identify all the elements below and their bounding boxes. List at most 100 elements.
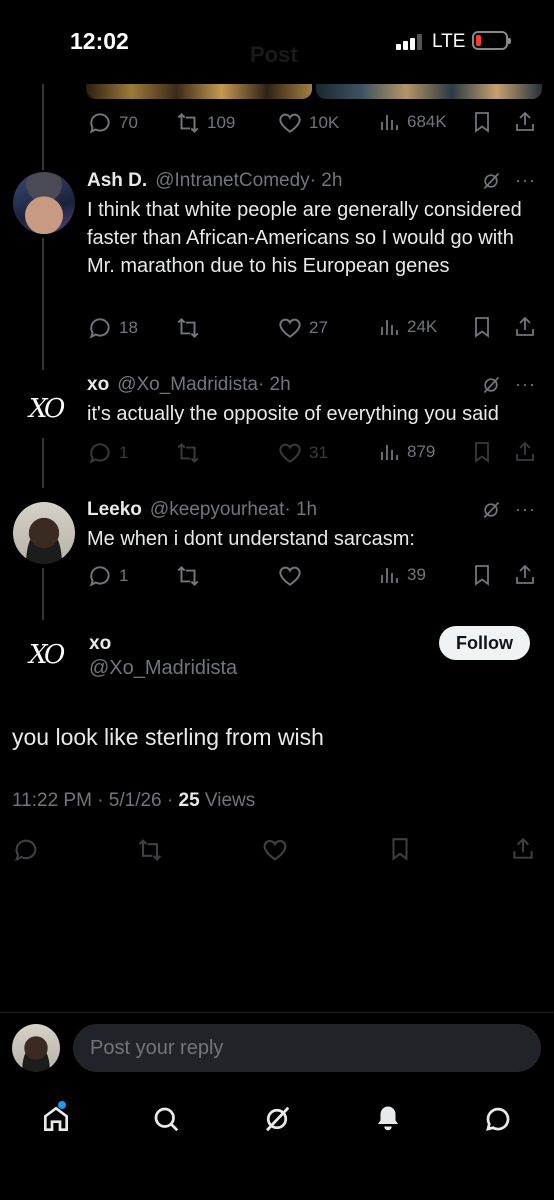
- nav-messages[interactable]: [478, 1099, 518, 1139]
- share-button[interactable]: [513, 440, 537, 464]
- views-button[interactable]: 39: [377, 563, 426, 587]
- views-button[interactable]: 684K: [377, 110, 447, 134]
- nav-search[interactable]: [146, 1099, 186, 1139]
- share-icon: [516, 441, 534, 461]
- like-button[interactable]: 10K: [277, 110, 339, 136]
- reply-button[interactable]: 1: [87, 440, 128, 466]
- share-icon: [516, 316, 534, 336]
- media-image-2[interactable]: [316, 84, 542, 99]
- more-icon[interactable]: ···: [515, 170, 536, 191]
- repost-button[interactable]: [175, 440, 207, 466]
- views-button[interactable]: 879: [377, 440, 435, 464]
- nav-notifications[interactable]: [368, 1099, 408, 1139]
- grok-icon[interactable]: [481, 500, 501, 520]
- like-count: 31: [309, 443, 328, 462]
- reply-tweet[interactable]: Leeko @keepyourheat· 1h ··· Me when i do…: [87, 499, 542, 553]
- grok-icon[interactable]: [481, 171, 501, 191]
- like-button[interactable]: [277, 563, 309, 589]
- media-image-1[interactable]: [86, 84, 312, 99]
- notification-dot: [58, 1101, 66, 1109]
- reply-icon: [89, 113, 110, 134]
- nav-home[interactable]: [36, 1099, 76, 1139]
- like-button[interactable]: 31: [277, 440, 328, 466]
- main-author-name[interactable]: xo: [89, 633, 111, 655]
- share-button[interactable]: [513, 563, 537, 587]
- main-author-handle[interactable]: @Xo_Madridista: [89, 657, 237, 680]
- main-post-actions: [12, 836, 542, 866]
- bookmark-button[interactable]: [470, 440, 494, 464]
- my-avatar[interactable]: [12, 1024, 60, 1072]
- avatar[interactable]: [13, 172, 75, 234]
- grok-icon: [266, 1106, 290, 1132]
- main-post-text: you look like sterling from wish: [12, 724, 324, 750]
- reply-button[interactable]: [12, 836, 40, 864]
- reply-button[interactable]: 1: [87, 563, 128, 589]
- repost-button[interactable]: [175, 315, 207, 341]
- signal-icon: [396, 34, 426, 50]
- share-button[interactable]: [513, 315, 537, 339]
- author-handle[interactable]: @IntranetComedy: [155, 170, 309, 191]
- post-time: · 2h: [309, 170, 343, 191]
- thread-line: [42, 438, 44, 488]
- views-label: Views: [199, 790, 256, 811]
- xo-logo-avatar[interactable]: XO: [29, 640, 65, 670]
- repost-button[interactable]: [136, 836, 164, 864]
- bookmark-icon: [392, 838, 408, 861]
- reply-actions: 1 31 879: [87, 440, 542, 468]
- heart-icon: [279, 113, 301, 133]
- reply-text: Me when i dont understand sarcasm:: [87, 528, 415, 550]
- views-count: 39: [407, 565, 426, 584]
- author-name[interactable]: xo: [87, 374, 109, 396]
- repost-icon: [177, 317, 199, 339]
- more-icon[interactable]: ···: [515, 374, 536, 395]
- avatar[interactable]: [13, 502, 75, 564]
- views-count: 879: [407, 442, 436, 461]
- follow-button[interactable]: Follow: [439, 626, 530, 660]
- media-strip[interactable]: [86, 84, 542, 99]
- reply-icon: [89, 443, 110, 464]
- views-icon: [381, 115, 398, 130]
- grok-icon[interactable]: [481, 375, 501, 395]
- views-button[interactable]: 24K: [377, 315, 437, 339]
- header-title: Post: [250, 42, 298, 67]
- like-button[interactable]: 27: [277, 315, 328, 341]
- bookmark-icon: [475, 112, 489, 133]
- reply-icon: [89, 318, 110, 339]
- repost-button[interactable]: [175, 563, 207, 589]
- reply-icon: [14, 839, 37, 862]
- share-button[interactable]: [513, 110, 537, 134]
- battery-icon: [472, 31, 511, 50]
- like-button[interactable]: [261, 836, 289, 864]
- nav-grok[interactable]: [257, 1099, 297, 1139]
- author-name[interactable]: Leeko: [87, 499, 142, 521]
- repost-button[interactable]: 109: [175, 110, 235, 136]
- reply-count: 70: [119, 113, 138, 132]
- post-time: · 2h: [257, 374, 291, 395]
- views-icon: [381, 568, 398, 583]
- author-handle[interactable]: @Xo_Madridista: [117, 374, 258, 395]
- more-icon[interactable]: ···: [515, 499, 536, 520]
- views-count: 684K: [407, 112, 447, 131]
- thread-line: [42, 568, 44, 620]
- thread-line: [42, 84, 44, 170]
- author-handle[interactable]: @keepyourheat: [150, 499, 284, 520]
- bottom-nav: [0, 1085, 554, 1200]
- reply-input[interactable]: [73, 1024, 541, 1072]
- bookmark-button[interactable]: [470, 315, 494, 339]
- share-button[interactable]: [510, 836, 536, 862]
- bookmark-icon: [475, 565, 489, 586]
- reply-actions: 1 39: [87, 563, 542, 591]
- top-tweet-actions: 70 109 10K 684K: [87, 110, 542, 138]
- author-name[interactable]: Ash D.: [87, 170, 147, 192]
- search-icon: [154, 1107, 179, 1132]
- reply-tweet[interactable]: xo @Xo_Madridista· 2h ··· it's actually …: [87, 374, 542, 428]
- bookmark-button[interactable]: [470, 110, 494, 134]
- bookmark-button[interactable]: [470, 563, 494, 587]
- bookmark-button[interactable]: [387, 836, 413, 862]
- reply-button[interactable]: 70: [87, 110, 138, 136]
- bookmark-icon: [475, 442, 489, 463]
- reply-tweet[interactable]: Ash D. @IntranetComedy· 2h ··· I think t…: [87, 170, 542, 280]
- xo-logo-avatar[interactable]: XO: [29, 394, 65, 424]
- reply-button[interactable]: 18: [87, 315, 138, 341]
- like-count: 10K: [309, 113, 340, 132]
